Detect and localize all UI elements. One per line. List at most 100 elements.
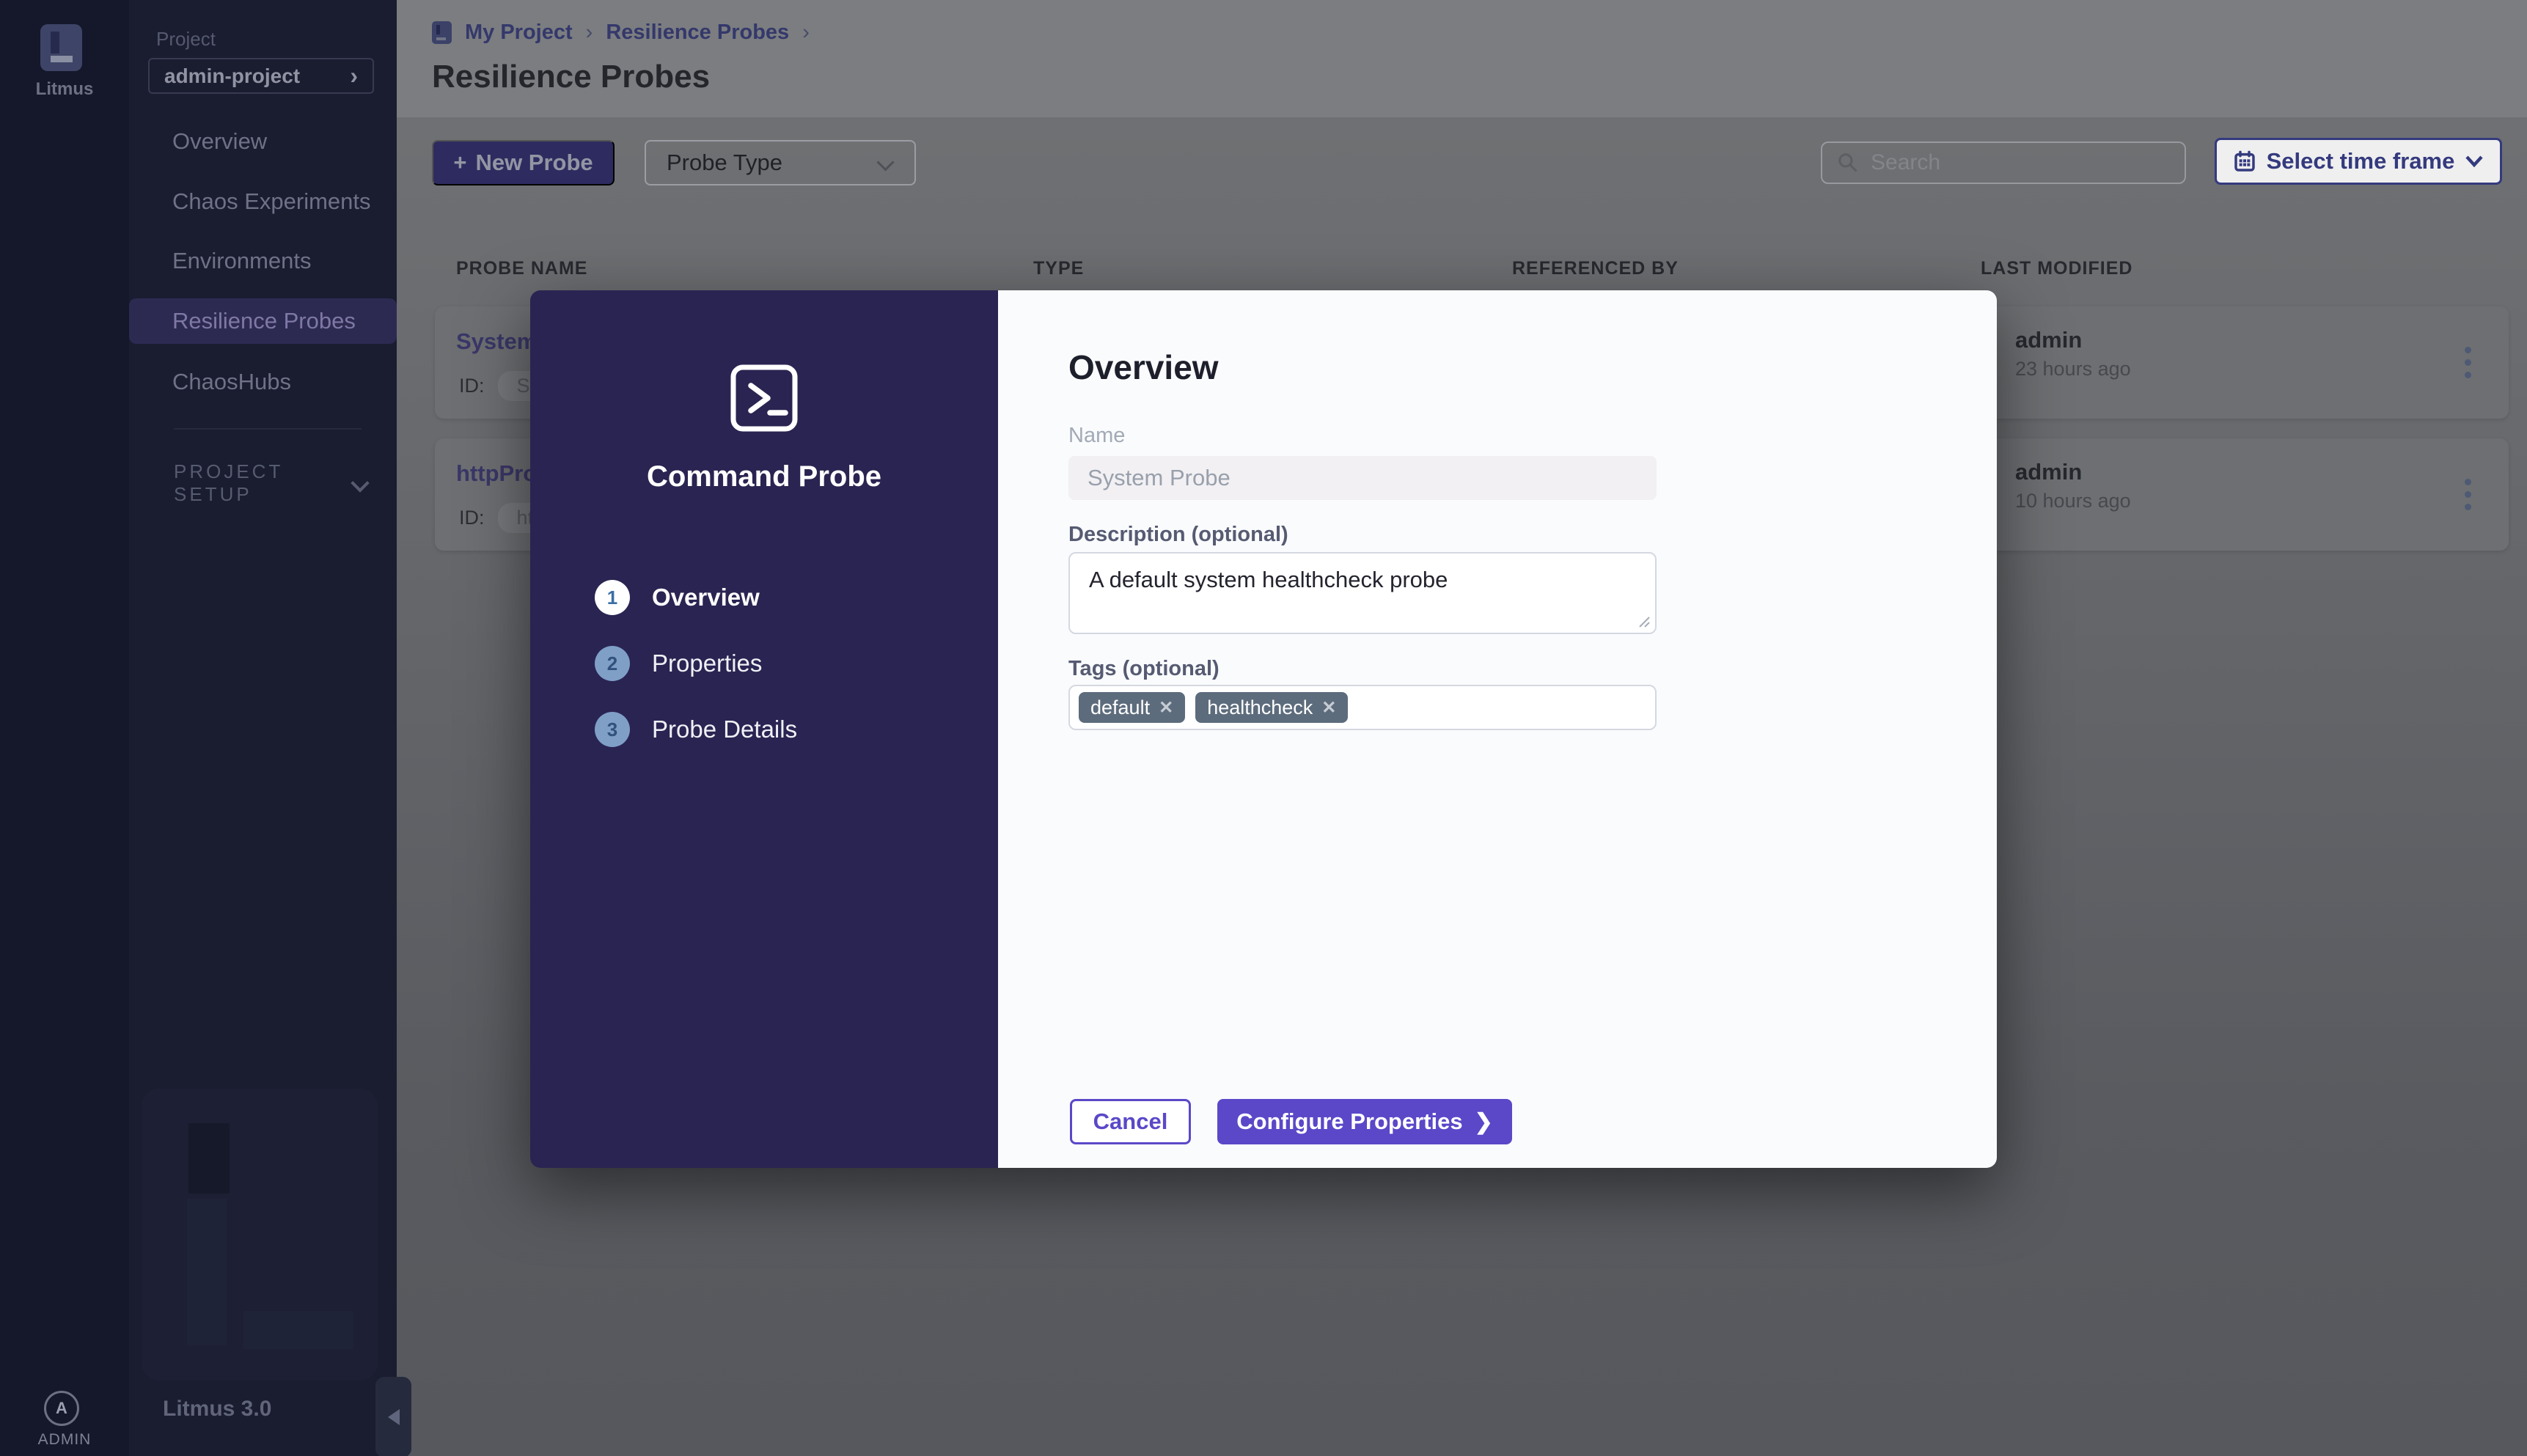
logo-mark (51, 32, 59, 54)
sidebar-item-label: Resilience Probes (172, 308, 356, 334)
description-field[interactable] (1068, 552, 1657, 634)
new-probe-label: New Probe (475, 150, 593, 175)
breadcrumb-separator: › (585, 21, 593, 44)
terminal-icon (730, 364, 798, 432)
placeholder-block (187, 1199, 227, 1345)
sidebar-item-overview[interactable]: Overview (129, 119, 397, 164)
sidebar-promo-placeholder (142, 1089, 378, 1380)
project-name: admin-project (164, 64, 301, 87)
id-label: ID: (459, 507, 485, 529)
probe-type-select[interactable]: Probe Type (645, 140, 916, 185)
chevron-down-icon (352, 475, 364, 491)
probe-name-link[interactable]: httpPro (456, 460, 537, 487)
cancel-button[interactable]: Cancel (1070, 1099, 1191, 1144)
breadcrumb-my-project[interactable]: My Project (465, 21, 573, 45)
user-name: ADMIN (37, 1431, 92, 1448)
logo-mark (51, 56, 73, 62)
breadcrumb: My Project › Resilience Probes › (432, 21, 810, 45)
breadcrumb-separator: › (802, 21, 810, 44)
breadcrumb-resilience-probes[interactable]: Resilience Probes (606, 21, 789, 45)
column-probe-name: PROBE NAME (456, 258, 588, 279)
step-probe-details[interactable]: 3 Probe Details (595, 712, 797, 747)
tag-chip-healthcheck: healthcheck ✕ (1195, 692, 1349, 723)
column-referenced-by: REFERENCED BY (1512, 258, 1679, 279)
modified-time: 10 hours ago (2015, 490, 2131, 512)
tag-chip-default: default ✕ (1079, 692, 1186, 723)
sidebar-item-label: Overview (172, 128, 268, 154)
remove-tag-icon[interactable]: ✕ (1159, 697, 1173, 718)
sidebar-divider (174, 428, 362, 430)
name-field[interactable] (1068, 456, 1657, 500)
search-placeholder: Search (1871, 150, 1941, 174)
modified-time: 23 hours ago (2015, 358, 2131, 380)
user-avatar[interactable]: A (44, 1391, 79, 1426)
brand-label: Litmus (35, 79, 94, 99)
search-icon (1838, 153, 1857, 172)
step-label: Properties (652, 650, 763, 677)
remove-tag-icon[interactable]: ✕ (1321, 697, 1336, 718)
row-menu-button[interactable] (2453, 466, 2482, 522)
sidebar-item-label: Environments (172, 248, 312, 273)
row-menu-button[interactable] (2453, 334, 2482, 390)
step-number: 1 (595, 580, 630, 615)
time-frame-label: Select time frame (2266, 148, 2455, 174)
tags-label: Tags (optional) (1068, 657, 1220, 680)
tag-text: healthcheck (1207, 696, 1313, 718)
placeholder-block (243, 1311, 353, 1349)
sidebar-collapse-button[interactable] (375, 1377, 411, 1456)
modified-by: admin (2015, 327, 2083, 353)
step-number: 2 (595, 646, 630, 681)
configure-properties-button[interactable]: Configure Properties ❯ (1217, 1099, 1512, 1144)
step-properties[interactable]: 2 Properties (595, 646, 762, 681)
chevron-down-icon (2465, 155, 2483, 168)
name-label: Name (1068, 424, 1126, 447)
step-overview[interactable]: 1 Overview (595, 580, 760, 615)
sidebar-item-chaoshubs[interactable]: ChaosHubs (129, 359, 397, 405)
project-label: Project (156, 28, 216, 50)
collapse-arrow-icon (387, 1409, 400, 1425)
select-time-frame-button[interactable]: Select time frame (2215, 138, 2502, 185)
calendar-icon (2234, 150, 2255, 172)
sidebar-item-chaos-experiments[interactable]: Chaos Experiments (129, 179, 397, 224)
search-input[interactable]: Search (1821, 141, 2186, 184)
description-label: Description (optional) (1068, 523, 1288, 546)
column-type: TYPE (1033, 258, 1085, 279)
sidebar-item-resilience-probes[interactable]: Resilience Probes (129, 298, 397, 344)
step-label: Probe Details (652, 716, 798, 743)
project-selector[interactable]: admin-project › (148, 58, 374, 94)
placeholder-block (188, 1123, 230, 1194)
page-title: Resilience Probes (432, 59, 711, 95)
chevron-down-icon (878, 155, 894, 171)
modal-stepper-panel: Command Probe 1 Overview 2 Properties 3 … (530, 290, 998, 1168)
step-number: 3 (595, 712, 630, 747)
sidebar-item-environments[interactable]: Environments (129, 238, 397, 284)
sidebar: Project admin-project › Overview Chaos E… (129, 0, 397, 1456)
configure-properties-label: Configure Properties (1236, 1108, 1463, 1134)
litmus-breadcrumb-icon (432, 21, 452, 44)
probe-name-link[interactable]: System (456, 328, 537, 355)
modal-heading: Overview (1068, 348, 1219, 386)
plus-icon: + (453, 150, 467, 175)
modified-by: admin (2015, 459, 2083, 485)
modal-form-panel: Overview Name Description (optional) Tag… (998, 290, 1997, 1168)
litmus-logo-icon[interactable] (40, 24, 82, 71)
page-header: My Project › Resilience Probes › Resilie… (397, 0, 2527, 117)
sidebar-item-label: ChaosHubs (172, 369, 291, 394)
chevron-right-icon: ❯ (1474, 1109, 1493, 1134)
tag-text: default (1090, 696, 1151, 718)
tags-input[interactable]: default ✕ healthcheck ✕ (1068, 685, 1657, 730)
project-setup-label: PROJECT SETUP (174, 460, 283, 505)
id-label: ID: (459, 375, 485, 397)
probe-kind-title: Command Probe (646, 460, 882, 493)
column-last-modified: LAST MODIFIED (1981, 258, 2133, 279)
create-probe-modal: Command Probe 1 Overview 2 Properties 3 … (530, 290, 1997, 1168)
chevron-right-icon: › (350, 62, 358, 89)
project-setup-toggle[interactable]: PROJECT SETUP (174, 460, 364, 506)
step-label: Overview (652, 584, 760, 611)
app-root: Litmus A ADMIN Project admin-project › O… (0, 0, 2527, 1456)
sidebar-item-label: Chaos Experiments (172, 188, 371, 214)
new-probe-button[interactable]: + New Probe (432, 140, 615, 185)
icon-rail: Litmus A ADMIN (0, 0, 129, 1456)
version-label: Litmus 3.0 (163, 1397, 272, 1421)
probe-type-value: Probe Type (667, 150, 782, 175)
